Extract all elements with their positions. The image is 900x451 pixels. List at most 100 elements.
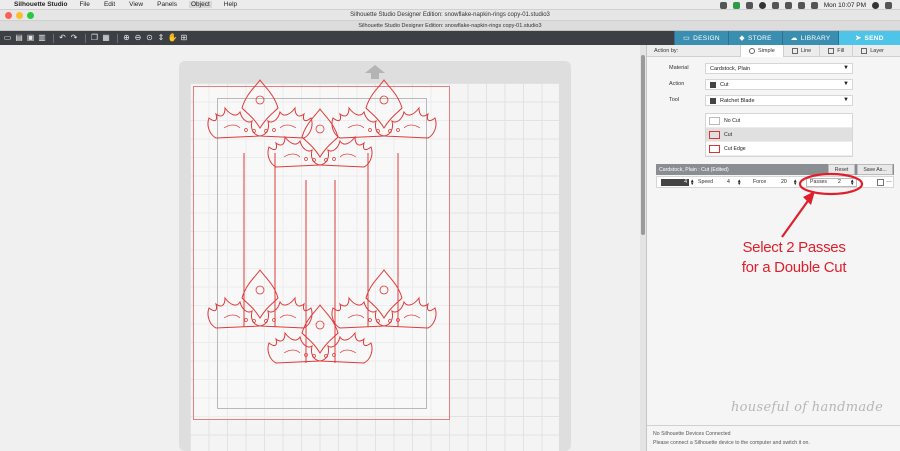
material-select[interactable]: Cardstock, Plain ▼ <box>705 63 853 74</box>
mode-fill-label: Fill <box>837 47 845 54</box>
save-as-button[interactable]: Save As... <box>857 164 893 175</box>
action-select[interactable]: Cut ▼ <box>705 79 853 90</box>
app-status-icon[interactable] <box>745 1 753 9</box>
chevron-down-icon: ▼ <box>843 81 849 87</box>
send-icon: ➤ <box>855 35 862 42</box>
zoom-select-icon[interactable]: ⊙ <box>145 34 154 43</box>
tab-library[interactable]: ☁ LIBRARY <box>782 31 838 45</box>
tool-row: Tool <box>647 97 707 103</box>
watermark-logo: houseful of handmade <box>731 400 884 415</box>
menu-help[interactable]: Help <box>222 1 239 8</box>
menu-edit[interactable]: Edit <box>102 1 117 8</box>
device-status-hint: Please connect a Silhouette device to th… <box>653 440 810 446</box>
speed-stepper-icon[interactable]: ▲ ▼ <box>737 178 741 186</box>
main-toolbar: ▭ ▤ ▣ ▥ ↶ ↷ ❐ ▦ ⊕ ⊖ ⊙ ⇕ ✋ ⊞ ▭ DESIGN ◆ S… <box>0 31 900 45</box>
print-icon[interactable]: ▥ <box>38 34 47 43</box>
zoom-out-icon[interactable]: ⊖ <box>134 34 143 43</box>
mode-simple[interactable]: Simple <box>740 44 783 57</box>
design-canvas[interactable] <box>0 45 642 451</box>
delete-icon[interactable]: ▦ <box>102 34 111 43</box>
action-option-label: Cut Edge <box>724 145 746 152</box>
no-cut-icon <box>709 116 720 125</box>
bluetooth-icon[interactable] <box>771 1 779 9</box>
mode-fill[interactable]: Fill <box>819 44 852 57</box>
line-mode-icon <box>791 47 798 54</box>
mac-menu-bar: Silhouette Studio File Edit View Panels … <box>0 0 900 10</box>
search-icon[interactable] <box>872 1 879 9</box>
new-document-icon[interactable]: ▭ <box>3 34 12 43</box>
dropbox-icon[interactable] <box>719 1 727 9</box>
document-title-bar: Silhouette Studio Designer Edition: snow… <box>0 21 900 31</box>
cut-action-icon <box>710 81 716 88</box>
force-value[interactable]: 20 <box>781 179 787 185</box>
passes-stepper-icon[interactable]: ▲ ▼ <box>850 178 854 186</box>
action-option-cut-edge[interactable]: Cut Edge <box>706 142 852 156</box>
menu-panels[interactable]: Panels <box>155 1 179 8</box>
fit-to-page-icon[interactable]: ⊞ <box>180 34 189 43</box>
mode-line[interactable]: Line <box>782 44 819 57</box>
action-option-label: Cut <box>724 131 733 138</box>
action-option-label: No Cut <box>724 117 741 124</box>
action-label: Action <box>669 81 685 87</box>
volume-icon[interactable] <box>797 1 805 9</box>
mode-simple-label: Simple <box>758 47 775 54</box>
open-folder-icon[interactable]: ▤ <box>15 34 24 43</box>
blade-stepper-icon[interactable]: ▲ ▼ <box>690 178 694 186</box>
menu-object[interactable]: Object <box>189 1 212 8</box>
action-option-cut[interactable]: Cut <box>706 128 852 142</box>
simple-mode-icon <box>749 47 755 54</box>
zoom-fit-icon[interactable]: ⇕ <box>157 34 166 43</box>
passes-value[interactable]: 2 <box>838 179 841 185</box>
action-value: Cut <box>720 81 729 88</box>
toolbar-divider <box>53 33 54 43</box>
passes-label: Passes <box>810 179 828 185</box>
chevron-down-icon: ▼ <box>843 97 849 103</box>
library-icon: ☁ <box>790 35 798 42</box>
evernote-icon[interactable] <box>732 1 740 9</box>
mode-line-label: Line <box>800 47 812 54</box>
tab-store[interactable]: ◆ STORE <box>728 31 782 45</box>
speed-label: Speed <box>698 179 714 185</box>
tab-send[interactable]: ➤ SEND <box>838 31 900 45</box>
mode-layer-label: Layer <box>870 47 885 54</box>
cut-settings-row: 4 ▲ ▼ Speed 4 ▲ ▼ Force 20 ▲ ▼ Passes 2 ▲ ▼ … <box>656 176 894 188</box>
tab-library-label: LIBRARY <box>800 34 831 42</box>
menu-bar-clock[interactable]: Mon 10:07 PM <box>824 2 866 9</box>
more-options-icon[interactable]: … <box>886 178 892 184</box>
battery-icon[interactable] <box>810 1 818 9</box>
app-name-menu[interactable]: Silhouette Studio <box>14 1 67 8</box>
store-icon: ◆ <box>739 35 745 42</box>
wifi-icon[interactable] <box>784 1 792 9</box>
duplicate-icon[interactable]: ❐ <box>90 34 99 43</box>
save-icon[interactable]: ▣ <box>26 34 35 43</box>
force-stepper-icon[interactable]: ▲ ▼ <box>793 178 797 186</box>
menu-bar-status-area: Mon 10:07 PM <box>719 0 892 10</box>
cut-edge-icon <box>709 144 720 153</box>
ratchet-blade-icon <box>710 97 716 104</box>
action-by-label: Action by: <box>654 47 679 54</box>
sync-icon[interactable] <box>758 1 766 9</box>
tab-design[interactable]: ▭ DESIGN <box>674 31 728 45</box>
mode-layer[interactable]: Layer <box>852 44 892 57</box>
snowflake-napkin-ring-design[interactable] <box>0 45 642 451</box>
blade-depth-field[interactable]: 4 <box>661 179 689 186</box>
double-cut-checkbox[interactable] <box>877 179 884 186</box>
workspace-tabs: ▭ DESIGN ◆ STORE ☁ LIBRARY ➤ SEND <box>674 31 900 45</box>
notification-center-icon[interactable] <box>885 1 892 9</box>
redo-icon[interactable]: ↷ <box>70 34 79 43</box>
cut-action-list: No Cut Cut Cut Edge <box>705 113 853 157</box>
pan-hand-icon[interactable]: ✋ <box>168 34 178 43</box>
reset-button[interactable]: Reset <box>828 164 855 175</box>
device-status-line: No Silhouette Devices Connected <box>653 431 731 437</box>
tab-send-label: SEND <box>864 34 884 42</box>
design-icon: ▭ <box>683 35 691 42</box>
scrollbar-thumb[interactable] <box>641 55 645 235</box>
action-option-no-cut[interactable]: No Cut <box>706 114 852 128</box>
material-label: Material <box>669 65 689 71</box>
tool-select[interactable]: Ratchet Blade ▼ <box>705 95 853 106</box>
zoom-in-icon[interactable]: ⊕ <box>122 34 131 43</box>
undo-icon[interactable]: ↶ <box>58 34 67 43</box>
menu-file[interactable]: File <box>77 1 91 8</box>
speed-value[interactable]: 4 <box>727 179 730 185</box>
menu-view[interactable]: View <box>127 1 145 8</box>
